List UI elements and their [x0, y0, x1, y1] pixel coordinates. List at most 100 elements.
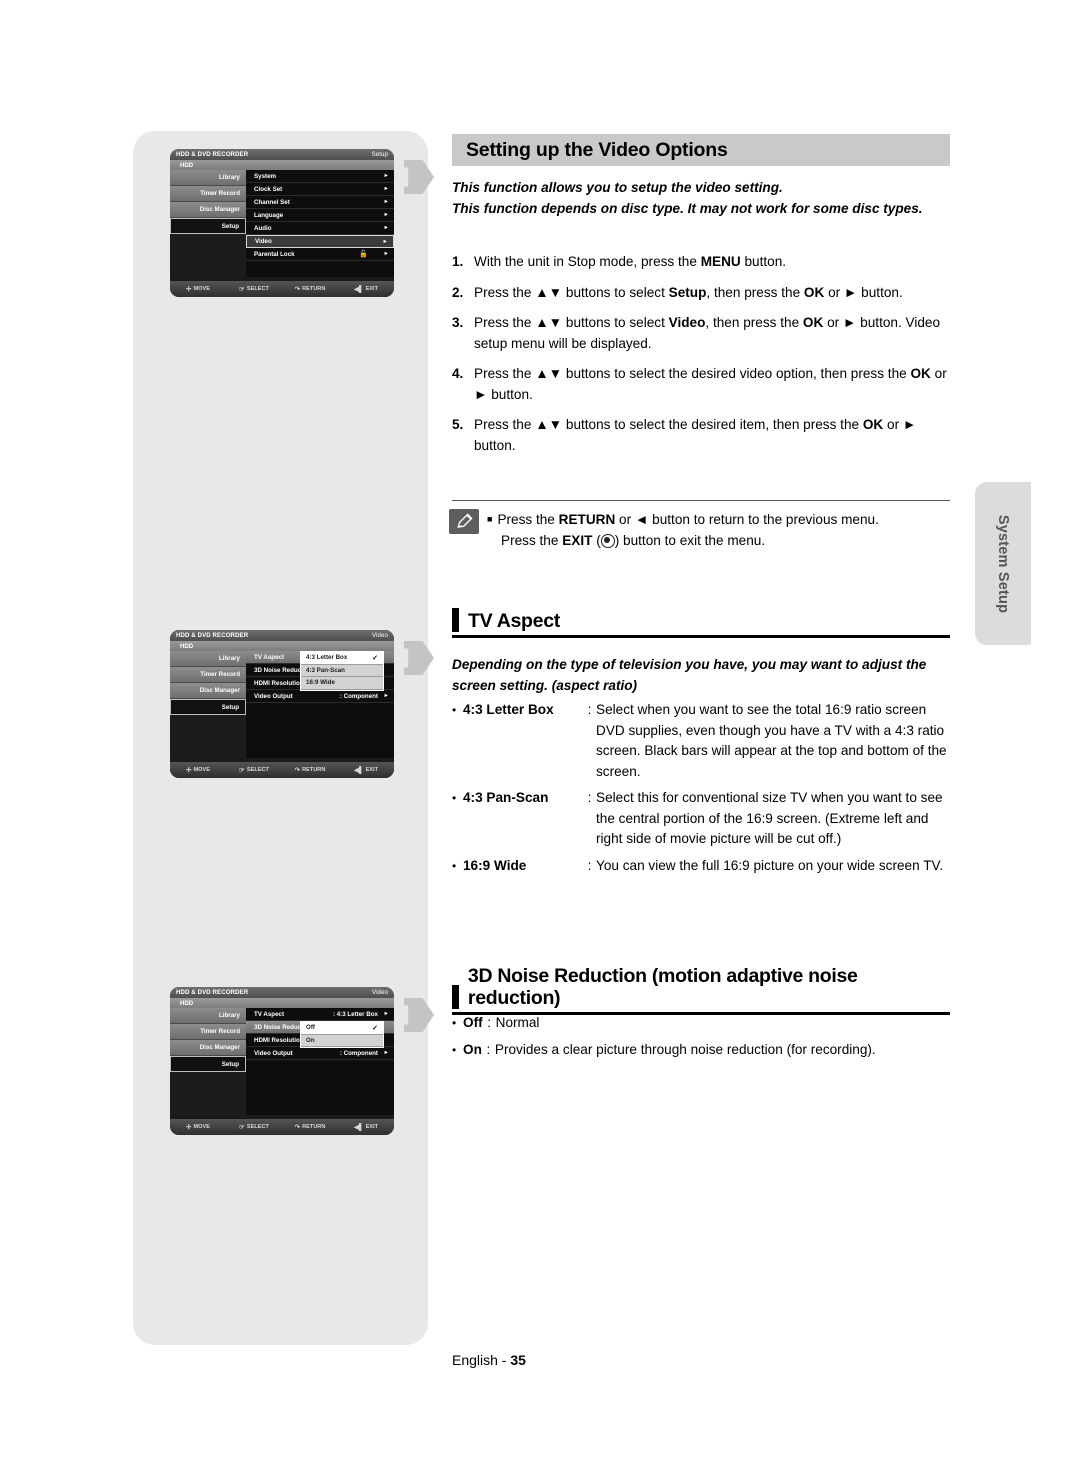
osd-sidebar-item-setup[interactable]: Setup: [170, 218, 246, 234]
move-icon: ✛: [186, 286, 192, 293]
osd-dropdown-option[interactable]: Off ✓: [301, 1022, 383, 1035]
osd-menu-item-label: 3D Noise Reduc: [254, 666, 302, 674]
osd-menu-item-label: Video Output: [254, 1049, 293, 1057]
osd-footer-label: RETURN: [302, 1124, 326, 1130]
bullet-icon: •: [452, 791, 457, 805]
osd-footer-move[interactable]: ✛ MOVE: [170, 766, 226, 774]
osd-sidebar-item-timer-record[interactable]: Timer Record: [170, 186, 246, 202]
option-definition-row: • 4:3 Pan-Scan: Select this for convention…: [452, 788, 952, 850]
footer-language: English: [452, 1352, 498, 1368]
footer-separator: -: [497, 1352, 511, 1368]
note-block: ■ Press the RETURN or ◄ button to return …: [449, 509, 949, 551]
osd-sidebar-item-timer-record[interactable]: Timer Record: [170, 667, 246, 683]
option-definition-row: • Off: Normal: [452, 1013, 952, 1034]
osd-menu-item[interactable]: Channel Set ►: [246, 196, 394, 209]
chevron-right-icon: ►: [383, 251, 389, 257]
osd-footer-exit[interactable]: ◀▌ EXIT: [338, 766, 394, 774]
osd-menu-item[interactable]: System ►: [246, 170, 394, 183]
step-item: 1. With the unit in Stop mode, press the …: [452, 252, 952, 273]
osd-menu-item[interactable]: TV Aspect: 4:3 Letter Box ►: [246, 1008, 394, 1021]
osd-menu-item-value: : Component: [339, 1049, 378, 1057]
osd-footer-return[interactable]: ↷ RETURN: [282, 1123, 338, 1131]
osd-menu-item[interactable]: Parental Lock 🔓 ►: [246, 248, 394, 261]
select-icon: ☞: [239, 1124, 245, 1131]
osd-sidebar-item-library[interactable]: Library: [170, 170, 246, 186]
osd-dropdown-option-label: 4:3 Letter Box: [306, 654, 348, 662]
tv-aspect-options-list: • 4:3 Letter Box: Select when you want to …: [452, 700, 952, 882]
osd-sidebar-item-disc-manager[interactable]: Disc Manager: [170, 202, 246, 218]
step-item: 5. Press the ▲▼ buttons to select the des…: [452, 415, 952, 456]
osd-hdd-label: HDD: [170, 641, 394, 651]
osd-menu-item[interactable]: Audio ►: [246, 222, 394, 235]
intro-text: This function allows you to setup the vi…: [452, 178, 952, 219]
bullet-icon: •: [452, 703, 457, 717]
osd-sidebar: Library Timer Record Disc Manager Setup: [170, 1008, 246, 1115]
osd-sidebar-item-disc-manager[interactable]: Disc Manager: [170, 683, 246, 699]
osd-footer-bar: ✛ MOVE ☞ SELECT ↷ RETURN ◀▌ EXIT: [170, 762, 394, 778]
osd-dropdown-popup[interactable]: Off ✓ On: [300, 1021, 384, 1048]
step-item: 4. Press the ▲▼ buttons to select the des…: [452, 364, 952, 405]
chevron-right-icon: ►: [383, 199, 389, 205]
osd-footer-label: EXIT: [365, 767, 379, 773]
osd-footer-select[interactable]: ☞ SELECT: [226, 285, 282, 293]
option-description: Normal: [495, 1015, 540, 1030]
osd-menu-item[interactable]: Video Output: Component ►: [246, 1047, 394, 1060]
osd-sidebar-item-disc-manager[interactable]: Disc Manager: [170, 1040, 246, 1056]
osd-footer-return[interactable]: ↷ RETURN: [282, 766, 338, 774]
osd-sidebar-item-library[interactable]: Library: [170, 1008, 246, 1024]
bullet-icon: •: [452, 1016, 457, 1030]
return-icon: ↷: [294, 286, 301, 293]
osd-dropdown-option-label: 4:3 Pan-Scan: [306, 666, 345, 674]
osd-footer-label: SELECT: [246, 286, 269, 292]
osd-dropdown-option[interactable]: 4:3 Pan-Scan: [301, 664, 383, 677]
connector-arrow-icon: [404, 641, 434, 675]
osd-footer-exit[interactable]: ◀▌ EXIT: [338, 1123, 394, 1131]
osd-footer-move[interactable]: ✛ MOVE: [170, 1123, 226, 1131]
option-definition-row: • 16:9 Wide: You can view the full 16:9 pi…: [452, 856, 952, 877]
osd-footer-label: EXIT: [365, 286, 379, 292]
option-description: Select this for conventional size TV whe…: [596, 790, 943, 846]
osd-menu-item-label: Channel Set: [254, 198, 290, 206]
osd-menu-item[interactable]: Video Output: Component ►: [246, 690, 394, 703]
osd-dropdown-option-label: Off: [306, 1024, 315, 1032]
osd-menu-item-label: 3D Noise Reduc: [254, 1023, 302, 1031]
osd-sidebar-item-setup[interactable]: Setup: [170, 699, 246, 715]
osd-mode-label: Video: [372, 989, 388, 996]
osd-footer-move[interactable]: ✛ MOVE: [170, 285, 226, 293]
3d-noise-options-list: • Off: Normal • On: Provides a clear picture …: [452, 1013, 952, 1066]
chevron-right-icon: ►: [383, 225, 389, 231]
step-text: Press the ▲▼ buttons to select the desir…: [474, 366, 947, 402]
step-number: 4.: [452, 366, 464, 381]
osd-footer-return[interactable]: ↷ RETURN: [282, 285, 338, 293]
osd-menu-item[interactable]: Language ►: [246, 209, 394, 222]
osd-sidebar-item-timer-record[interactable]: Timer Record: [170, 1024, 246, 1040]
exit-icon: ◀▌: [353, 1124, 364, 1131]
return-icon: ↷: [294, 767, 301, 774]
note-text: ■ Press the RETURN or ◄ button to return …: [487, 509, 879, 551]
osd-dropdown-option[interactable]: 16:9 Wide: [301, 677, 383, 690]
osd-menu-item[interactable]: Video ►: [246, 235, 394, 248]
osd-screenshot-3d-noise: HDD & DVD RECORDER Video HDD Library Timer R…: [170, 987, 394, 1135]
osd-menu-item[interactable]: Clock Set ►: [246, 183, 394, 196]
osd-menu-item-value: : Component: [339, 692, 378, 700]
page-footer: English - 35: [452, 1352, 526, 1368]
osd-sidebar-item-library[interactable]: Library: [170, 651, 246, 667]
osd-mode-label: Video: [372, 632, 388, 639]
osd-dropdown-popup[interactable]: 4:3 Letter Box ✓ 4:3 Pan-Scan 16:9 Wide: [300, 651, 384, 691]
osd-dropdown-option[interactable]: On: [301, 1034, 383, 1047]
osd-footer-select[interactable]: ☞ SELECT: [226, 766, 282, 774]
heading-bar-icon: [452, 985, 459, 1009]
osd-footer-select[interactable]: ☞ SELECT: [226, 1123, 282, 1131]
osd-sidebar-item-setup[interactable]: Setup: [170, 1056, 246, 1072]
exit-icon: ◀▌: [353, 286, 364, 293]
bullet-icon: •: [452, 858, 457, 873]
osd-dropdown-option-label: On: [306, 1036, 315, 1044]
osd-dropdown-option[interactable]: 4:3 Letter Box ✓: [301, 652, 383, 665]
option-description: You can view the full 16:9 picture on yo…: [596, 857, 944, 873]
osd-footer-label: EXIT: [365, 1124, 379, 1130]
osd-menu-item-label: Audio: [254, 224, 272, 232]
osd-footer-label: MOVE: [193, 286, 210, 292]
osd-footer-exit[interactable]: ◀▌ EXIT: [338, 285, 394, 293]
option-definition-row: • On: Provides a clear picture through noi…: [452, 1040, 952, 1061]
osd-footer-label: RETURN: [302, 286, 326, 292]
